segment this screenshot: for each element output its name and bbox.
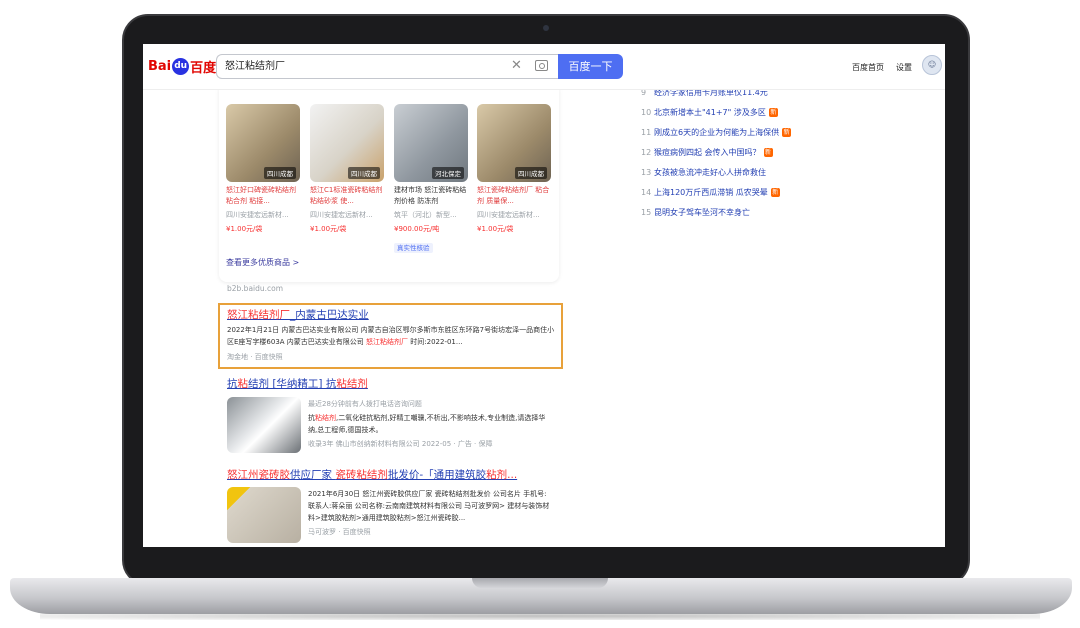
result-meta[interactable]: 马可波罗 · 百度快照 — [308, 526, 553, 538]
result-body: 最近28分钟前有人拨打电话咨询问题 抗粘结剂,二氧化硅抗粘剂,好精工嘲骥,不析出… — [308, 398, 553, 450]
search-result: 怒江粘结剂厂_内蒙古巴达实业 2022年1月21日 内蒙古巴达实业有限公司 内蒙… — [227, 308, 559, 363]
result-image[interactable] — [227, 397, 301, 453]
search-result: 怒江州瓷砖胶供应厂家 瓷砖粘结剂批发价-「通用建筑胶粘剂... — [227, 468, 559, 482]
result-title[interactable]: 怒江粘结剂厂_内蒙古巴达实业 — [227, 308, 559, 322]
hot-item[interactable]: 12 猴痘病例四起 会传入中国吗？新 — [641, 147, 773, 158]
product-title: 怒江瓷砖粘结剂厂 粘合剂 质量保... — [477, 186, 550, 205]
search-button[interactable]: 百度一下 — [558, 54, 623, 79]
search-input[interactable] — [225, 59, 495, 70]
new-tag-icon: 新 — [763, 148, 773, 157]
new-tag-icon: 新 — [768, 108, 778, 117]
top-header: Baidu百度 ✕ 百度一下 百度首页 设置 ☺ — [143, 44, 945, 90]
product-item[interactable]: 四川成都 怒江C1标准瓷砖粘结剂 粘结砂浆 使... 四川安捷宏远新材... ¥… — [310, 104, 384, 235]
result-image[interactable] — [227, 487, 301, 543]
webcam-dot — [543, 25, 549, 31]
product-seller: 四川安捷宏远新材... — [226, 211, 289, 219]
product-title: 怒江好口碑瓷砖粘结剂 粘合剂 粘接... — [226, 186, 296, 205]
result-meta[interactable]: 淘金地 · 百度快照 — [227, 351, 559, 363]
product-title: 怒江C1标准瓷砖粘结剂 粘结砂浆 使... — [310, 186, 383, 205]
verified-badge: 真实性核验 — [394, 243, 433, 253]
product-title: 建材市场 怒江瓷砖粘结剂价格 防冻剂 — [394, 186, 467, 205]
result-abstract: 2021年6月30日 怒江州瓷砖胶供应厂家 瓷砖粘结剂批发价 公司名片 手机号:… — [308, 490, 550, 522]
search-result: 抗粘结剂 [华纳精工] 抗粘结剂 — [227, 377, 559, 391]
clear-icon[interactable]: ✕ — [511, 58, 522, 73]
result-title[interactable]: 抗粘结剂 [华纳精工] 抗粘结剂 — [227, 377, 559, 391]
product-card: 四川成都 怒江好口碑瓷砖粘结剂 粘合剂 粘接... 四川安捷宏远新材... ¥1… — [219, 82, 559, 282]
product-image[interactable]: 河北保定 — [394, 104, 468, 182]
call-notice: 最近28分钟前有人拨打电话咨询问题 — [308, 400, 422, 408]
camera-icon[interactable] — [535, 60, 548, 71]
nav-settings-link[interactable]: 设置 — [896, 62, 912, 73]
paw-icon: du — [172, 58, 190, 75]
result-abstract: 抗粘结剂,二氧化硅抗粘剂,好精工嘲骥,不析出,不影响技术,专业制造,请选择华纳,… — [308, 414, 546, 434]
new-tag-icon: 新 — [770, 188, 780, 197]
hot-item[interactable]: 15 昆明女子驾车坠河不幸身亡 — [641, 207, 750, 218]
hot-item[interactable]: 13 女孩被急流冲走好心人拼命救住 — [641, 167, 766, 178]
site-source: b2b.baidu.com — [227, 284, 284, 293]
product-image[interactable]: 四川成都 — [310, 104, 384, 182]
product-seller: 四川安捷宏远新材... — [477, 211, 540, 219]
product-item[interactable]: 四川成都 怒江好口碑瓷砖粘结剂 粘合剂 粘接... 四川安捷宏远新材... ¥1… — [226, 104, 300, 235]
hot-item[interactable]: 11 刚成立6天的企业为何能为上海保供新 — [641, 127, 792, 138]
product-seller: 筑平（河北）新型... — [394, 211, 457, 219]
result-meta[interactable]: 收录3年 佛山市创纳新材料有限公司 2022-05 · 广告 · 保障 — [308, 438, 553, 450]
product-price: ¥1.00元/袋 — [310, 225, 347, 233]
search-box: ✕ — [216, 54, 558, 79]
new-tag-icon: 新 — [782, 128, 792, 137]
nav-home-link[interactable]: 百度首页 — [852, 62, 884, 73]
product-image[interactable]: 四川成都 — [477, 104, 551, 182]
result-abstract: 2022年1月21日 内蒙古巴达实业有限公司 内蒙古自治区鄂尔多斯市东胜区东环路… — [227, 326, 555, 346]
hot-item[interactable]: 14 上海120万斤西瓜滞销 瓜农哭晕新 — [641, 187, 780, 198]
product-price: ¥900.00元/吨 — [394, 225, 440, 233]
more-products-link[interactable]: 查看更多优质商品 > — [226, 257, 299, 268]
product-seller: 四川安捷宏远新材... — [310, 211, 373, 219]
product-item[interactable]: 河北保定 建材市场 怒江瓷砖粘结剂价格 防冻剂 筑平（河北）新型... ¥900… — [394, 104, 468, 254]
product-price: ¥1.00元/袋 — [477, 225, 514, 233]
avatar[interactable]: ☺ — [922, 55, 942, 75]
product-item[interactable]: 四川成都 怒江瓷砖粘结剂厂 粘合剂 质量保... 四川安捷宏远新材... ¥1.… — [477, 104, 551, 235]
hot-item[interactable]: 10 北京新增本土"41+7" 涉及多区新 — [641, 107, 778, 118]
baidu-logo[interactable]: Bai du 百度 — [148, 57, 216, 76]
result-title[interactable]: 怒江州瓷砖胶供应厂家 瓷砖粘结剂批发价-「通用建筑胶粘剂... — [227, 468, 559, 482]
result-body: 2021年6月30日 怒江州瓷砖胶供应厂家 瓷砖粘结剂批发价 公司名片 手机号:… — [308, 488, 553, 538]
product-price: ¥1.00元/袋 — [226, 225, 263, 233]
product-image[interactable]: 四川成都 — [226, 104, 300, 182]
browser-screen: 9 经济学家信用卡月账单仅11.4元 10 北京新增本土"41+7" 涉及多区新 1… — [143, 44, 945, 547]
laptop-notch — [472, 578, 608, 588]
